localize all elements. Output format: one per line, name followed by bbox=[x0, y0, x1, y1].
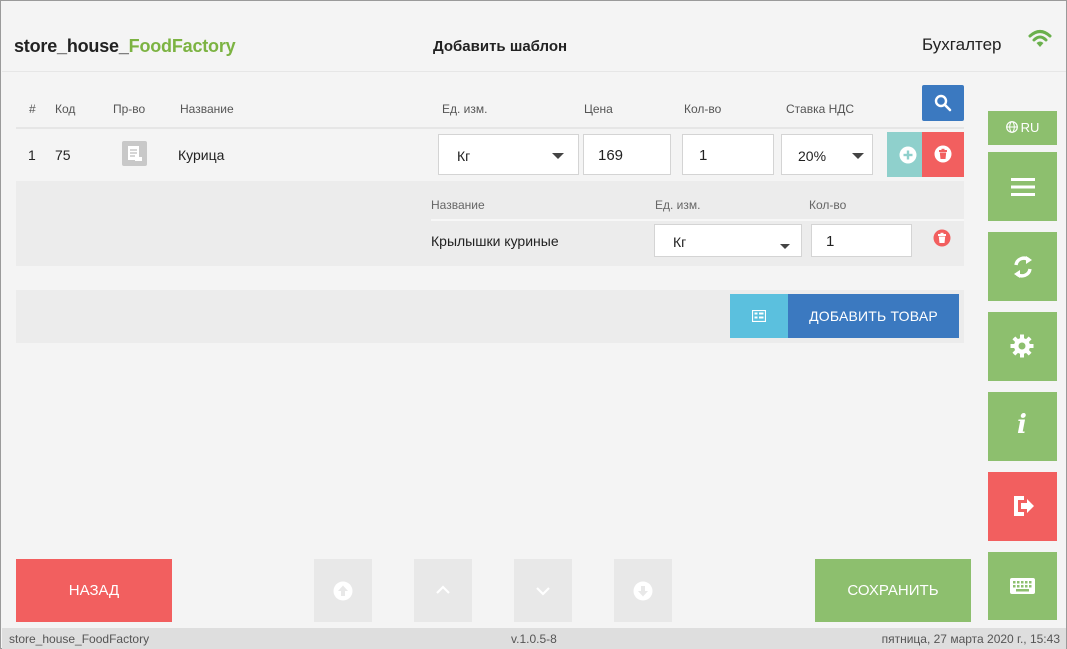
footer-version: v.1.0.5-8 bbox=[511, 632, 557, 646]
sub-header-name: Название bbox=[431, 198, 485, 212]
col-header-qty: Кол-во bbox=[684, 102, 722, 116]
component-qty-input[interactable]: 1 bbox=[811, 224, 912, 257]
search-icon bbox=[934, 94, 952, 112]
settings-button[interactable] bbox=[988, 312, 1057, 381]
page-title: Добавить шаблон bbox=[433, 38, 568, 55]
language-label: RU bbox=[1020, 120, 1040, 135]
menu-button[interactable] bbox=[988, 152, 1057, 221]
header: store_house_FoodFactory Добавить шаблон … bbox=[2, 2, 1066, 72]
row-number: 1 bbox=[28, 147, 36, 163]
logout-button[interactable] bbox=[988, 472, 1057, 541]
add-product-bar: ДОБАВИТЬ ТОВАР bbox=[16, 290, 964, 343]
qty-input[interactable]: 1 bbox=[682, 134, 774, 175]
unit-select[interactable]: Кг bbox=[438, 134, 579, 175]
table-header: # Код Пр-во Название Ед. изм. Цена Кол-в… bbox=[16, 85, 964, 129]
scroll-up-button[interactable] bbox=[414, 559, 472, 622]
list-icon bbox=[752, 310, 766, 322]
arrow-down-circle-icon bbox=[633, 581, 653, 601]
component-unit-select[interactable]: Кг bbox=[654, 224, 802, 257]
qty-value: 1 bbox=[699, 147, 708, 164]
col-header-production: Пр-во bbox=[113, 102, 146, 116]
vat-select-value: 20% bbox=[798, 148, 827, 164]
vat-select[interactable]: 20% bbox=[781, 134, 873, 175]
sync-icon bbox=[1011, 254, 1035, 280]
component-unit-value: Кг bbox=[673, 234, 687, 250]
search-button[interactable] bbox=[922, 85, 964, 121]
globe-icon bbox=[1005, 121, 1018, 133]
scroll-down-button[interactable] bbox=[514, 559, 572, 622]
components-block: Название Ед. изм. Кол-во Крылышки курины… bbox=[16, 181, 964, 266]
keyboard-button[interactable] bbox=[988, 552, 1057, 620]
col-header-name: Название bbox=[180, 102, 234, 116]
app-title-brand: FoodFactory bbox=[128, 36, 236, 56]
col-header-num: # bbox=[29, 102, 36, 116]
sync-button[interactable] bbox=[988, 232, 1057, 301]
table-row[interactable]: 1 75 Курица Кг 169 1 20% bbox=[16, 130, 964, 181]
production-icon bbox=[122, 141, 147, 166]
user-name: Бухгалтер bbox=[922, 35, 1002, 54]
sub-header-qty: Кол-во bbox=[809, 198, 847, 212]
info-icon: i bbox=[1017, 410, 1027, 440]
back-button[interactable]: НАЗАД bbox=[16, 559, 172, 622]
sub-header-unit: Ед. изм. bbox=[655, 198, 701, 212]
divider bbox=[431, 219, 964, 221]
app-title: store_house_FoodFactory bbox=[14, 36, 236, 57]
add-from-list-button[interactable] bbox=[730, 294, 788, 338]
chevron-down-icon bbox=[780, 244, 790, 249]
status-bar: store_house_FoodFactory v.1.0.5-8 пятниц… bbox=[2, 628, 1066, 649]
chevron-up-icon bbox=[435, 585, 451, 595]
language-button[interactable]: RU bbox=[988, 111, 1057, 145]
chevron-down-icon bbox=[852, 153, 864, 159]
price-input[interactable]: 169 bbox=[583, 134, 671, 175]
logout-icon bbox=[1011, 494, 1035, 518]
chevron-down-icon bbox=[552, 153, 564, 159]
scroll-top-button[interactable] bbox=[314, 559, 372, 622]
chevron-down-icon bbox=[535, 586, 551, 596]
arrow-up-circle-icon bbox=[333, 581, 353, 601]
keyboard-icon bbox=[1010, 578, 1035, 594]
component-name: Крылышки куриные bbox=[431, 233, 559, 249]
menu-icon bbox=[1011, 178, 1035, 196]
wifi-icon bbox=[1028, 29, 1052, 49]
price-value: 169 bbox=[598, 147, 624, 164]
footer-datetime: пятница, 27 марта 2020 г., 15:43 bbox=[881, 632, 1060, 646]
unit-select-value: Кг bbox=[457, 148, 471, 164]
row-name: Курица bbox=[178, 147, 225, 163]
app-title-prefix: store_house_ bbox=[14, 36, 129, 56]
col-header-code: Код bbox=[55, 102, 76, 116]
gear-icon bbox=[1010, 334, 1034, 358]
delete-row-button[interactable] bbox=[922, 132, 964, 177]
info-button[interactable]: i bbox=[988, 392, 1057, 461]
col-header-price: Цена bbox=[584, 102, 613, 116]
scroll-bottom-button[interactable] bbox=[614, 559, 672, 622]
col-header-vat: Ставка НДС bbox=[786, 102, 855, 116]
row-code: 75 bbox=[55, 147, 71, 163]
add-product-button[interactable]: ДОБАВИТЬ ТОВАР bbox=[788, 294, 959, 338]
component-qty-value: 1 bbox=[826, 233, 835, 250]
app-window: store_house_FoodFactory Добавить шаблон … bbox=[0, 0, 1067, 649]
trash-icon[interactable] bbox=[933, 229, 951, 247]
trash-icon bbox=[934, 145, 952, 163]
save-button[interactable]: СОХРАНИТЬ bbox=[815, 559, 971, 622]
col-header-unit: Ед. изм. bbox=[442, 102, 488, 116]
plus-circle-icon bbox=[899, 146, 917, 164]
footer-app-name: store_house_FoodFactory bbox=[9, 632, 150, 646]
